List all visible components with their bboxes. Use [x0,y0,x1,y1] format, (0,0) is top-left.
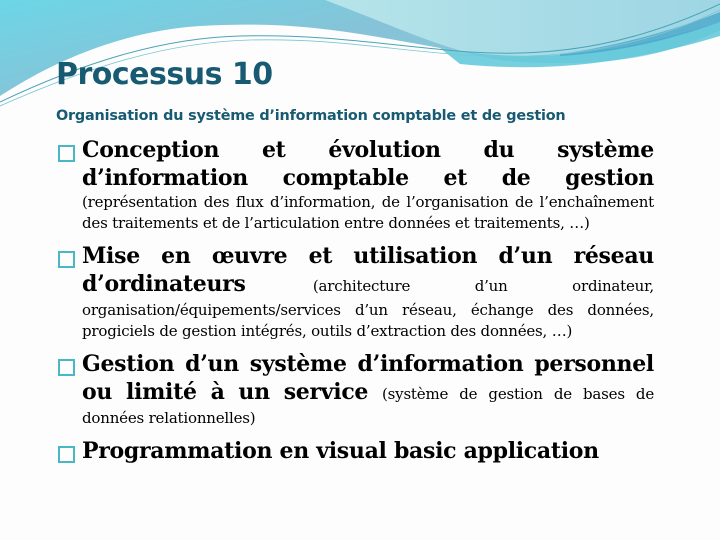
square-bullet-icon [58,359,75,376]
bullet-heading-with-inline-detail: Mise en œuvre et utilisation d’un réseau… [82,242,654,300]
square-bullet-icon [58,251,75,268]
slide-title: Processus 10 [56,57,273,92]
bullet-heading: Programmation en visual basic applicatio… [82,438,599,464]
bullet-detail: données relationnelles) [82,409,256,427]
bullet-inline-detail: (système de gestion de bases de [382,385,655,403]
bullet-item: Programmation en visual basic applicatio… [58,437,654,465]
bullet-inline-detail: (architecture d’un ordinateur, [312,277,654,295]
bullet-list: Conception et évolution du système d’inf… [58,132,654,473]
bullet-item: Mise en œuvre et utilisation d’un réseau… [58,242,654,342]
slide-subtitle: Organisation du système d’information co… [56,108,566,124]
bullet-heading: Conception et évolution du système d’inf… [82,137,654,191]
bullet-item: Gestion d’un système d’information perso… [58,350,654,429]
square-bullet-icon [58,145,75,162]
bullet-item: Conception et évolution du système d’inf… [58,136,654,234]
bullet-heading-with-inline-detail: Gestion d’un système d’information perso… [82,350,654,408]
bullet-detail: (représentation des flux d’information, … [82,193,654,232]
bullet-detail: organisation/équipements/services d’un r… [82,301,654,340]
square-bullet-icon [58,446,75,463]
slide: Processus 10 Organisation du système d’i… [0,0,720,540]
